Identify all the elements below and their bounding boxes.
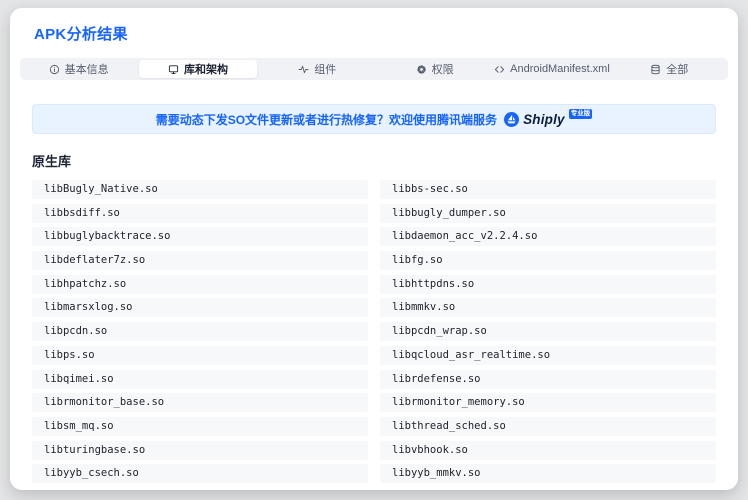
banner-text: 需要动态下发SO文件更新或者进行热修复？欢迎使用腾讯端服务: [156, 111, 497, 128]
lib-item: libqimei.so: [32, 370, 368, 389]
lib-item: libsm_mq.so: [32, 417, 368, 436]
lib-item: libyyb_mmkv.so: [380, 464, 716, 483]
native-libs-column-left: libBugly_Native.so libbsdiff.so libbuglyba…: [32, 180, 368, 483]
lib-item: librmonitor_memory.so: [380, 393, 716, 412]
database-icon: [650, 64, 661, 75]
tab-label: 权限: [432, 61, 454, 77]
code-icon: [494, 64, 505, 75]
apk-analysis-card: APK分析结果 基本信息 库和架构 组件 权限 AndroidManifest.xml 全…: [10, 8, 738, 490]
tab-components[interactable]: 组件: [259, 58, 376, 80]
lib-item: libpcdn_wrap.so: [380, 322, 716, 341]
info-circle-icon: [49, 64, 60, 75]
lib-item: libthread_sched.so: [380, 417, 716, 436]
lib-item: libbugly_dumper.so: [380, 204, 716, 223]
lib-item: libyyb_csech.so: [32, 464, 368, 483]
lib-item: libqcloud_asr_realtime.so: [380, 346, 716, 365]
lib-item: libpcdn.so: [32, 322, 368, 341]
lib-item: libdaemon_acc_v2.2.4.so: [380, 227, 716, 246]
lib-item: libBugly_Native.so: [32, 180, 368, 199]
shiply-badge: 专业版: [569, 109, 593, 120]
lib-item: libbsdiff.so: [32, 204, 368, 223]
tab-label: 库和架构: [184, 61, 228, 77]
lib-item: librmonitor_base.so: [32, 393, 368, 412]
lib-item: libps.so: [32, 346, 368, 365]
lib-item: libmarsxlog.so: [32, 298, 368, 317]
lib-item: libhpatchz.so: [32, 275, 368, 294]
tab-permissions[interactable]: 权限: [376, 58, 493, 80]
tab-label: 全部: [666, 61, 688, 77]
shiply-brand-name: Shiply: [523, 112, 565, 127]
native-libs-heading: 原生库: [32, 151, 716, 170]
shiply-brand: Shiply 专业版: [504, 112, 592, 127]
gear-icon: [416, 64, 427, 75]
native-libs-list: libBugly_Native.so libbsdiff.so libbuglyba…: [32, 180, 716, 483]
tab-all[interactable]: 全部: [611, 58, 728, 80]
lib-item: libfg.so: [380, 251, 716, 270]
page-title: APK分析结果: [34, 23, 738, 44]
tab-manifest[interactable]: AndroidManifest.xml: [493, 58, 610, 80]
shiply-promo-banner[interactable]: 需要动态下发SO文件更新或者进行热修复？欢迎使用腾讯端服务 Shiply 专业版: [32, 104, 716, 134]
lib-item: libvbhook.so: [380, 441, 716, 460]
shiply-sailboat-icon: [504, 112, 519, 127]
lib-item: librdefense.so: [380, 370, 716, 389]
lib-item: libturingbase.so: [32, 441, 368, 460]
tab-libs-arch[interactable]: 库和架构: [139, 60, 256, 78]
lib-item: libhttpdns.so: [380, 275, 716, 294]
activity-icon: [298, 64, 309, 75]
monitor-icon: [168, 64, 179, 75]
lib-item: libmmkv.so: [380, 298, 716, 317]
tab-bar: 基本信息 库和架构 组件 权限 AndroidManifest.xml 全部: [20, 58, 728, 80]
native-libs-column-right: libbs-sec.so libbugly_dumper.so libdaemon_…: [380, 180, 716, 483]
tab-label: 组件: [314, 61, 336, 77]
lib-item: libbuglybacktrace.so: [32, 227, 368, 246]
lib-item: libdeflater7z.so: [32, 251, 368, 270]
tab-basic-info[interactable]: 基本信息: [20, 58, 137, 80]
tab-label: 基本信息: [65, 61, 109, 77]
tab-label: AndroidManifest.xml: [510, 63, 610, 75]
lib-item: libbs-sec.so: [380, 180, 716, 199]
